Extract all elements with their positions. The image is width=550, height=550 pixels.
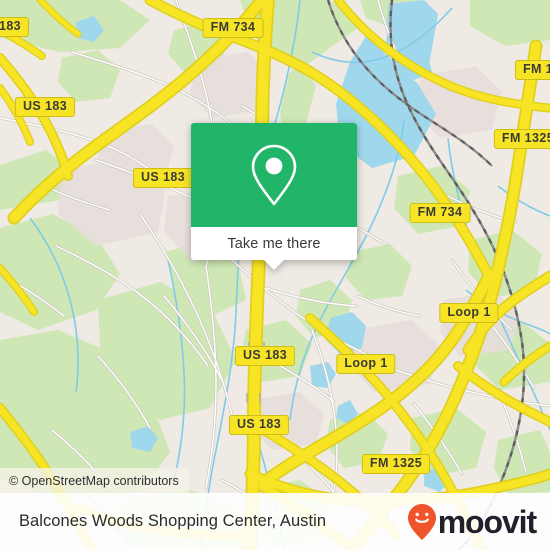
road-shield: 183 — [0, 17, 30, 37]
road-shield: FM 1325 — [493, 129, 550, 149]
moovit-pin-icon — [407, 503, 436, 540]
take-me-there-label: Take me there — [227, 235, 321, 252]
road-shield: Loop 1 — [439, 303, 499, 323]
road-shield: US 183 — [234, 346, 296, 366]
road-shield: FM 1 — [514, 60, 550, 80]
location-info-card[interactable]: Take me there — [191, 123, 357, 270]
map-screenshot: 183 FM 734 US 183 FM 1 FM 1325 US 183 FM 734 Lo… — [0, 0, 550, 550]
footer-bar: Balcones Woods Shopping Center, Austin m… — [0, 493, 550, 550]
road-shield: US 183 — [14, 97, 76, 117]
info-card-pointer — [263, 259, 285, 270]
road-shield: FM 734 — [409, 203, 471, 223]
moovit-wordmark: moovit — [437, 503, 537, 540]
road-shield: US 183 — [132, 168, 194, 188]
moovit-logo[interactable]: moovit — [407, 503, 537, 541]
road-shield: US 183 — [228, 415, 290, 435]
map-pin-icon — [251, 144, 297, 206]
place-name-label: Balcones Woods Shopping Center, Austin — [19, 512, 327, 530]
info-card-image-panel — [191, 123, 357, 227]
road-shield: FM 734 — [202, 18, 264, 38]
attribution-label: © OpenStreetMap contributors — [9, 473, 179, 488]
take-me-there-button[interactable]: Take me there — [191, 227, 357, 260]
map-attribution[interactable]: © OpenStreetMap contributors — [0, 468, 189, 493]
road-shield: Loop 1 — [336, 354, 396, 374]
road-shield: FM 1325 — [361, 454, 431, 474]
